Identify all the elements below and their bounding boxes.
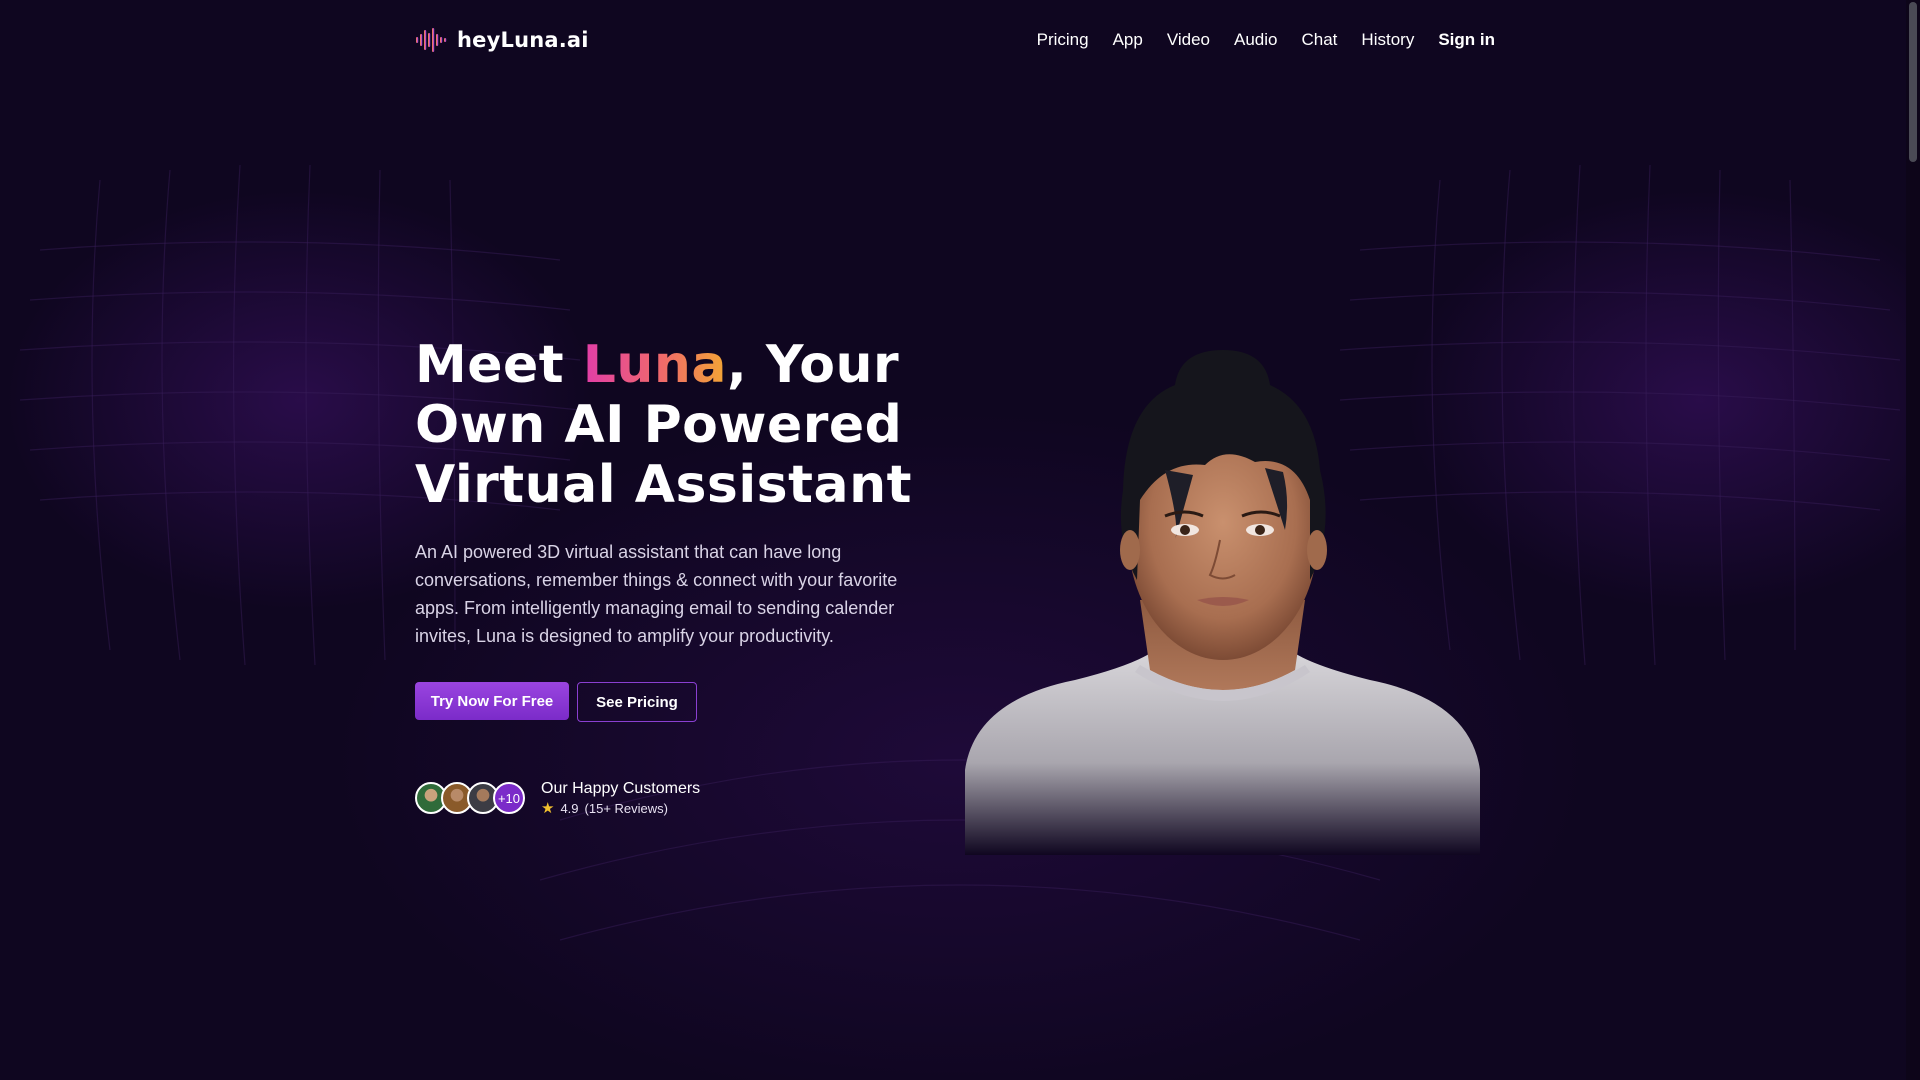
rating-line: ★ 4.9 (15+ Reviews) <box>541 801 700 816</box>
nav-item-history[interactable]: History <box>1361 30 1414 50</box>
try-now-button[interactable]: Try Now For Free <box>415 682 569 720</box>
nav-item-app[interactable]: App <box>1113 30 1143 50</box>
assistant-avatar-image <box>965 350 1480 855</box>
hero-title: Meet Luna, Your Own AI Powered Virtual A… <box>415 335 975 515</box>
brand-name: heyLuna.ai <box>457 28 589 52</box>
nav-item-pricing[interactable]: Pricing <box>1037 30 1089 50</box>
customer-avatars: +10 <box>415 782 525 814</box>
review-count: (15+ Reviews) <box>584 801 668 816</box>
hero-title-prefix: Meet <box>415 335 583 395</box>
more-customers-badge: +10 <box>493 782 525 814</box>
nav-item-video[interactable]: Video <box>1167 30 1210 50</box>
hero-description: An AI powered 3D virtual assistant that … <box>415 542 898 646</box>
see-pricing-button[interactable]: See Pricing <box>577 682 697 722</box>
page-scrollbar[interactable] <box>1906 0 1920 1080</box>
grid-background <box>19 164 1901 941</box>
sign-in-link[interactable]: Sign in <box>1438 30 1495 50</box>
social-proof: +10 Our Happy Customers ★ 4.9 (15+ Revie… <box>415 780 700 816</box>
star-icon: ★ <box>541 800 555 817</box>
rating-value: 4.9 <box>560 801 579 816</box>
hero-title-highlight: Luna <box>582 335 728 395</box>
customers-title: Our Happy Customers <box>541 780 701 797</box>
nav-item-chat[interactable]: Chat <box>1302 30 1338 50</box>
main-nav: Pricing App Video Audio Chat History Sig… <box>1037 30 1495 50</box>
audio-waveform-icon <box>416 28 447 52</box>
scrollbar-thumb[interactable] <box>1909 2 1917 162</box>
rating-block: Our Happy Customers ★ 4.9 (15+ Reviews) <box>541 780 700 816</box>
logo-link[interactable]: heyLuna.ai <box>415 28 589 52</box>
page: heyLuna.ai Pricing App Video Audio Chat … <box>0 0 1920 1080</box>
nav-item-audio[interactable]: Audio <box>1234 30 1277 50</box>
site-header: heyLuna.ai Pricing App Video Audio Chat … <box>415 24 1495 56</box>
cta-group: Try Now For Free See Pricing <box>415 682 697 722</box>
